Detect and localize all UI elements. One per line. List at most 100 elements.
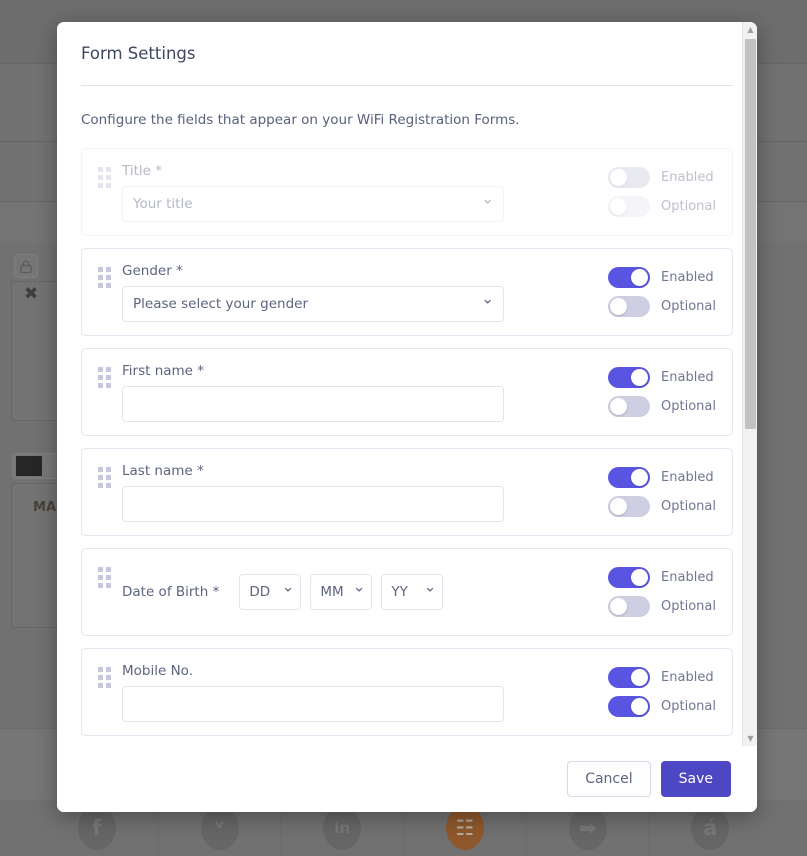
- drag-handle-icon[interactable]: [98, 667, 113, 688]
- select-dob-dd[interactable]: DD: [239, 574, 302, 610]
- toggle-enabled-first-name[interactable]: [608, 367, 651, 388]
- toggle-optional-gender[interactable]: [608, 296, 651, 317]
- select-dob-yy-wrapper[interactable]: YY ⌄: [381, 574, 444, 610]
- select-gender-wrapper[interactable]: Please select your gender ⌄: [122, 285, 504, 322]
- select-dob-dd-wrapper[interactable]: DD ⌄: [239, 574, 302, 610]
- toggle-knob: [610, 198, 628, 215]
- toggle-row-optional: Optional: [608, 296, 716, 317]
- modal-footer: Cancel Save: [57, 746, 757, 812]
- field-card-last-name: Last name * Enabled Optional: [81, 448, 733, 536]
- toggle-knob: [631, 369, 649, 386]
- toggle-optional-first-name[interactable]: [608, 396, 651, 417]
- toggle-knob: [610, 298, 628, 315]
- toggle-label-optional: Optional: [661, 599, 716, 614]
- field-label-mobile-no: Mobile No.: [122, 662, 193, 679]
- page-title: Form Settings: [81, 44, 196, 63]
- toggle-optional-date-of-birth[interactable]: [608, 596, 651, 617]
- field-main: Last name *: [96, 463, 592, 522]
- toggle-row-enabled: Enabled: [608, 667, 716, 688]
- toggle-row-enabled: Enabled: [608, 567, 716, 588]
- toggle-label-enabled: Enabled: [661, 170, 714, 185]
- field-card-date-of-birth: Date of Birth * DD ⌄ MM ⌄ YY ⌄ Enabled Optional: [81, 548, 733, 636]
- toggle-knob: [631, 669, 649, 686]
- field-label-gender: Gender *: [122, 262, 183, 279]
- form-settings-modal: Form Settings Configure the fields that …: [57, 22, 757, 812]
- select-gender[interactable]: Please select your gender: [122, 285, 504, 322]
- toggle-row-optional: Optional: [608, 496, 716, 517]
- toggle-row-optional: Optional: [608, 596, 716, 617]
- toggle-label-optional: Optional: [661, 499, 716, 514]
- toggle-label-optional: Optional: [661, 199, 716, 214]
- drag-handle-icon[interactable]: [98, 467, 113, 488]
- scrollbar-thumb[interactable]: [745, 39, 756, 429]
- field-label-first-name: First name *: [122, 362, 205, 379]
- toggle-column: Enabled Optional: [608, 667, 716, 717]
- field-card-mobile-no: Mobile No. Enabled Optional: [81, 648, 733, 736]
- field-card-first-name: First name * Enabled Optional: [81, 348, 733, 436]
- toggle-row-enabled: Enabled: [608, 267, 716, 288]
- date-of-birth-selects: DD ⌄ MM ⌄ YY ⌄: [239, 574, 444, 610]
- scroll-up-arrow-icon[interactable]: ▲: [743, 22, 757, 37]
- toggle-knob: [610, 598, 628, 615]
- save-button[interactable]: Save: [660, 761, 731, 797]
- toggle-row-enabled: Enabled: [608, 467, 716, 488]
- field-label-last-name: Last name *: [122, 462, 204, 479]
- drag-handle-icon[interactable]: [98, 167, 113, 188]
- toggle-label-enabled: Enabled: [661, 370, 714, 385]
- field-label-title: Title *: [122, 162, 162, 179]
- toggle-column: Enabled Optional: [608, 267, 716, 317]
- modal-description: Configure the fields that appear on your…: [81, 112, 520, 128]
- select-title-wrapper[interactable]: Your title ⌄: [122, 185, 504, 222]
- toggle-label-enabled: Enabled: [661, 570, 714, 585]
- field-label-date-of-birth: Date of Birth *: [122, 584, 220, 600]
- drag-handle-icon[interactable]: [98, 267, 113, 288]
- toggle-enabled-last-name[interactable]: [608, 467, 651, 488]
- select-dob-mm-wrapper[interactable]: MM ⌄: [310, 574, 373, 610]
- toggle-row-optional: Optional: [608, 196, 716, 217]
- toggle-knob: [610, 169, 628, 186]
- toggle-label-enabled: Enabled: [661, 470, 714, 485]
- field-main: Gender * Please select your gender ⌄: [96, 263, 592, 322]
- field-main: First name *: [96, 363, 592, 422]
- toggle-optional-mobile-no[interactable]: [608, 696, 651, 717]
- input-mobile-no[interactable]: [122, 685, 504, 722]
- input-first-name[interactable]: [122, 385, 504, 422]
- toggle-optional-last-name[interactable]: [608, 496, 651, 517]
- toggle-enabled-date-of-birth[interactable]: [608, 567, 651, 588]
- toggle-knob: [631, 698, 649, 715]
- toggle-optional-title[interactable]: [608, 196, 651, 217]
- input-last-name[interactable]: [122, 485, 504, 522]
- toggle-enabled-gender[interactable]: [608, 267, 651, 288]
- field-main: Mobile No.: [96, 663, 592, 722]
- drag-handle-icon[interactable]: [98, 367, 113, 388]
- scroll-down-arrow-icon[interactable]: ▼: [743, 731, 757, 746]
- toggle-column: Enabled Optional: [608, 167, 716, 217]
- toggle-enabled-title[interactable]: [608, 167, 651, 188]
- toggle-row-enabled: Enabled: [608, 367, 716, 388]
- toggle-knob: [610, 398, 628, 415]
- toggle-label-optional: Optional: [661, 699, 716, 714]
- toggle-column: Enabled Optional: [608, 467, 716, 517]
- field-card-title: Title * Your title ⌄ Enabled Optional: [81, 148, 733, 236]
- field-card-gender: Gender * Please select your gender ⌄ Enable…: [81, 248, 733, 336]
- toggle-enabled-mobile-no[interactable]: [608, 667, 651, 688]
- toggle-column: Enabled Optional: [608, 567, 716, 617]
- toggle-knob: [610, 498, 628, 515]
- modal-body: Form Settings Configure the fields that …: [57, 22, 757, 746]
- drag-handle-icon[interactable]: [98, 567, 113, 588]
- select-title[interactable]: Your title: [122, 185, 504, 222]
- cancel-button[interactable]: Cancel: [567, 761, 651, 797]
- field-main: Title * Your title ⌄: [96, 163, 592, 222]
- select-dob-yy[interactable]: YY: [381, 574, 444, 610]
- toggle-label-enabled: Enabled: [661, 270, 714, 285]
- toggle-knob: [631, 469, 649, 486]
- toggle-label-optional: Optional: [661, 299, 716, 314]
- field-main: Date of Birth * DD ⌄ MM ⌄ YY ⌄: [96, 574, 592, 610]
- toggle-row-optional: Optional: [608, 696, 716, 717]
- select-dob-mm[interactable]: MM: [310, 574, 373, 610]
- vertical-scrollbar[interactable]: ▲ ▼: [742, 22, 757, 746]
- toggle-label-enabled: Enabled: [661, 670, 714, 685]
- modal-scroll-area: Form Settings Configure the fields that …: [57, 22, 757, 746]
- toggle-label-optional: Optional: [661, 399, 716, 414]
- toggle-knob: [631, 569, 649, 586]
